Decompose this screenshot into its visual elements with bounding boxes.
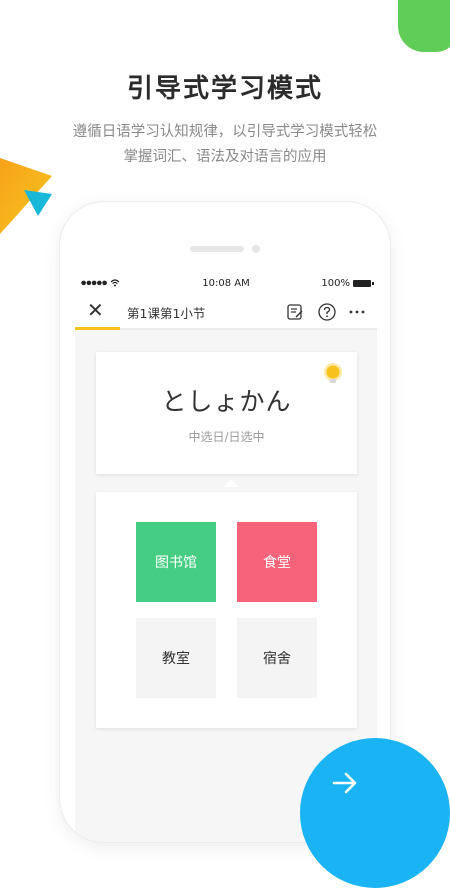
option-button[interactable]: 教室: [136, 618, 216, 698]
promo-subtitle-line-2: 掌握词汇、语法及对语言的应用: [123, 149, 327, 165]
options-card-pointer: [223, 479, 239, 487]
notes-icon[interactable]: [285, 302, 305, 322]
more-icon[interactable]: [347, 302, 367, 322]
question-mode-hint: 中选日/日选中: [188, 430, 265, 444]
promo-subtitle-line-1: 遵循日语学习认知规律，以引导式学习模式轻松: [72, 124, 378, 140]
lightbulb-icon[interactable]: [322, 362, 344, 388]
phone-camera: [252, 245, 260, 253]
battery-icon: [353, 280, 374, 287]
promo-subtitle: 遵循日语学习认知规律，以引导式学习模式轻松 掌握词汇、语法及对语言的应用: [40, 120, 410, 170]
close-icon[interactable]: ✕: [87, 298, 104, 322]
question-card: としょかん 中选日/日选中: [96, 352, 357, 474]
lesson-navbar: ✕ 第1课第1小节: [75, 294, 377, 330]
options-card: 图书馆 食堂 教室 宿舍: [96, 492, 357, 728]
phone-speaker: [190, 246, 244, 252]
help-icon[interactable]: [317, 302, 337, 322]
arrow-right-icon[interactable]: [330, 768, 360, 798]
lesson-title: 第1课第1小节: [127, 306, 206, 321]
promo-headline: 引导式学习模式: [126, 74, 323, 104]
question-word: としょかん: [161, 387, 292, 416]
next-button[interactable]: [300, 738, 450, 888]
battery-percent: 100%: [321, 278, 350, 289]
status-bar: ●●●●● 10:08 AM 100%: [75, 274, 377, 294]
option-button[interactable]: 食堂: [237, 522, 317, 602]
lesson-progress-bar: [75, 327, 121, 330]
status-battery: 100%: [321, 278, 374, 289]
option-button[interactable]: 图书馆: [136, 522, 216, 602]
option-button[interactable]: 宿舍: [237, 618, 317, 698]
decorative-green-shape: [398, 0, 450, 52]
